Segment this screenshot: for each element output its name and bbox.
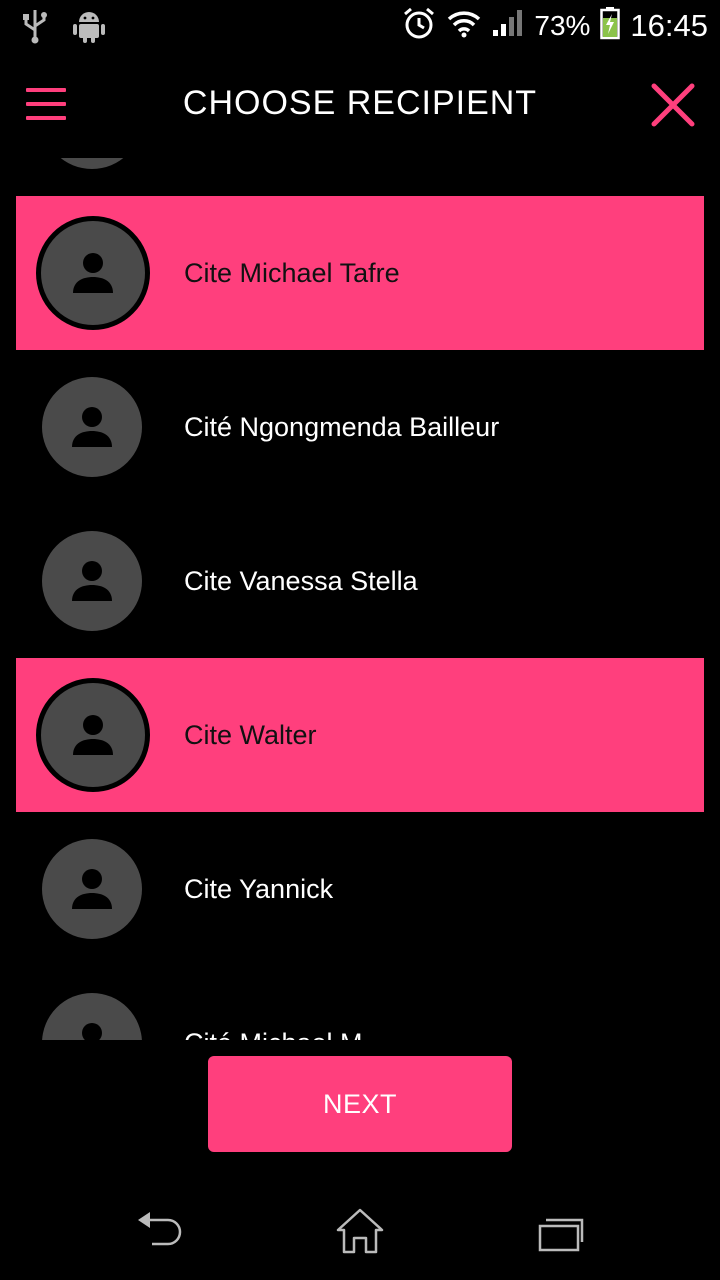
recipient-row[interactable] <box>16 158 704 196</box>
recipient-name: Cite Michael Tafre <box>184 258 400 288</box>
navigation-bar <box>0 1184 720 1280</box>
next-button[interactable]: NEXT <box>208 1056 512 1152</box>
back-icon[interactable] <box>130 1206 190 1256</box>
clock: 16:45 <box>630 7 708 43</box>
person-avatar-icon <box>42 158 142 169</box>
recipient-list[interactable]: Cite Michael Tafre Cité Ngongmenda Baille… <box>0 158 720 1040</box>
wifi-icon <box>446 7 482 44</box>
recipient-row[interactable]: Cite Yannick <box>16 812 704 966</box>
app-bar: CHOOSE RECIPIENT <box>0 52 720 158</box>
battery-charging-icon <box>600 6 621 45</box>
signal-icon <box>492 8 524 43</box>
recent-apps-icon[interactable] <box>530 1206 590 1256</box>
recipient-row[interactable]: Cité Ngongmenda Bailleur <box>16 350 704 504</box>
recipient-row[interactable]: Cite Michael Tafre <box>16 196 704 350</box>
recipient-name: Cité Ngongmenda Bailleur <box>184 412 500 442</box>
recipient-name: Cite Vanessa Stella <box>184 566 418 596</box>
person-avatar-icon <box>42 377 142 477</box>
usb-icon <box>20 8 50 49</box>
recipient-name: Cité Michael M <box>184 1028 363 1040</box>
close-icon[interactable] <box>650 82 696 128</box>
page-title: CHOOSE RECIPIENT <box>182 84 538 122</box>
home-icon[interactable] <box>330 1206 390 1256</box>
person-avatar-icon <box>42 993 142 1040</box>
battery-percent: 73% <box>534 9 591 41</box>
recipient-name: Cite Walter <box>184 720 317 750</box>
person-avatar-icon <box>36 678 150 792</box>
recipient-list-content: Cite Michael Tafre Cité Ngongmenda Baille… <box>0 158 720 1040</box>
recipient-row[interactable]: Cité Michael M <box>16 966 704 1040</box>
status-bar: 73% 16:45 <box>0 0 720 52</box>
person-avatar-icon <box>42 531 142 631</box>
person-avatar-icon <box>36 216 150 330</box>
recipient-name: Cite Yannick <box>184 874 334 904</box>
person-avatar-icon <box>42 839 142 939</box>
recipient-row[interactable]: Cite Walter <box>16 658 704 812</box>
android-debug-icon <box>72 8 106 49</box>
alarm-icon <box>402 6 436 45</box>
recipient-row[interactable]: Cite Vanessa Stella <box>16 504 704 658</box>
